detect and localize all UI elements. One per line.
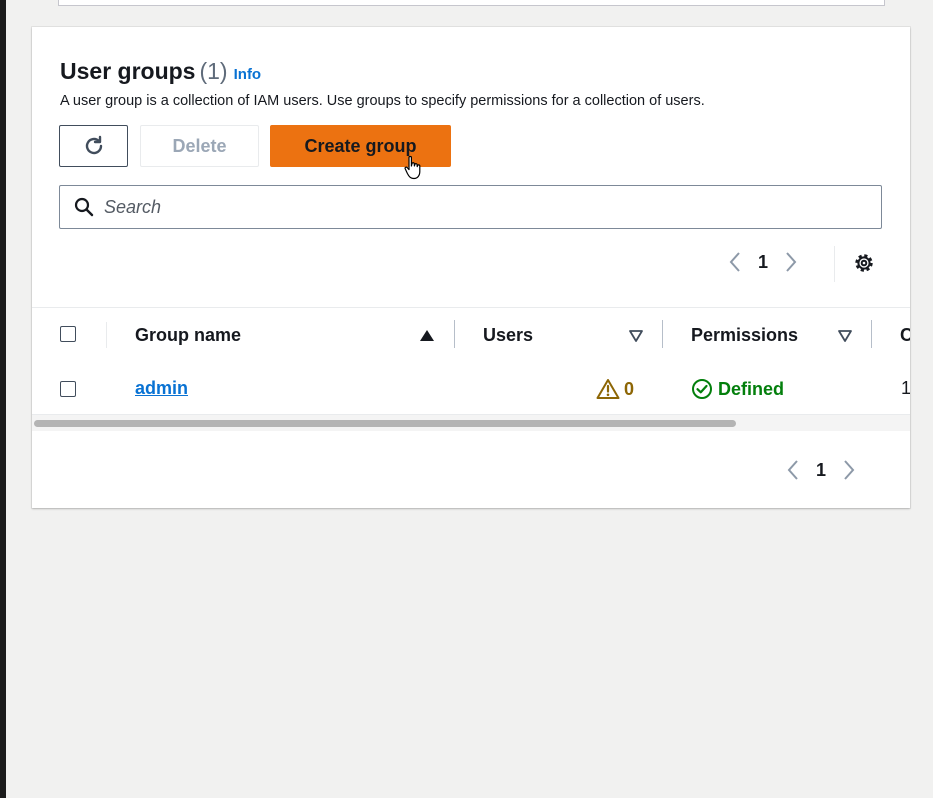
sort-ascending-icon[interactable] <box>418 327 436 345</box>
refresh-icon <box>85 135 102 155</box>
column-divider[interactable] <box>454 320 455 348</box>
creation-time-value: 1 <box>901 378 910 398</box>
users-count: 0 <box>596 378 634 400</box>
refresh-button[interactable] <box>59 125 128 167</box>
delete-button[interactable]: Delete <box>140 125 259 167</box>
title-text: User groups <box>60 58 196 84</box>
user-groups-panel: User groups (1) Info A user group is a col… <box>32 27 910 508</box>
next-page-icon[interactable] <box>778 249 804 275</box>
next-page-icon[interactable] <box>836 457 862 483</box>
search-box[interactable] <box>59 185 882 229</box>
pagination-divider <box>834 246 835 282</box>
page-number[interactable]: 1 <box>748 252 778 273</box>
column-header-creation-time[interactable]: C <box>900 325 910 346</box>
permissions-status: Defined <box>691 378 784 400</box>
sort-icon[interactable] <box>836 327 854 345</box>
sort-icon[interactable] <box>627 327 645 345</box>
column-divider[interactable] <box>662 320 663 348</box>
page-number[interactable]: 1 <box>806 460 836 481</box>
group-count: (1) <box>199 58 228 84</box>
table-row[interactable]: admin 0 Defined 1 <box>32 362 910 415</box>
column-divider <box>106 322 107 348</box>
warning-icon <box>596 379 620 399</box>
column-divider[interactable] <box>871 320 872 348</box>
pagination-bottom: 1 <box>780 457 862 483</box>
permissions-status-text: Defined <box>718 378 785 399</box>
hand-pointer-cursor-icon <box>404 155 421 180</box>
window-edge <box>0 0 6 798</box>
previous-page-icon[interactable] <box>780 457 806 483</box>
section-description: A user group is a collection of IAM user… <box>60 93 705 109</box>
search-input[interactable] <box>102 195 806 219</box>
preferences-gear-icon[interactable] <box>850 249 878 277</box>
pagination-top: 1 <box>722 249 804 275</box>
select-all-checkbox[interactable] <box>60 326 76 342</box>
previous-panel-edge <box>58 0 885 6</box>
page-title: User groups (1) Info <box>60 58 261 85</box>
table-header: Group name Users Permissions C <box>32 307 910 363</box>
column-header-permissions[interactable]: Permissions <box>691 325 798 346</box>
search-icon <box>74 197 94 217</box>
users-count-value: 0 <box>624 378 635 399</box>
success-check-icon <box>692 379 712 399</box>
scrollbar-thumb[interactable] <box>34 420 736 427</box>
column-header-group-name[interactable]: Group name <box>135 325 241 346</box>
group-name-link[interactable]: admin <box>135 378 188 398</box>
column-header-users[interactable]: Users <box>483 325 533 346</box>
row-checkbox[interactable] <box>60 381 76 397</box>
horizontal-scrollbar[interactable] <box>32 415 910 431</box>
info-link[interactable]: Info <box>234 66 262 83</box>
previous-page-icon[interactable] <box>722 249 748 275</box>
